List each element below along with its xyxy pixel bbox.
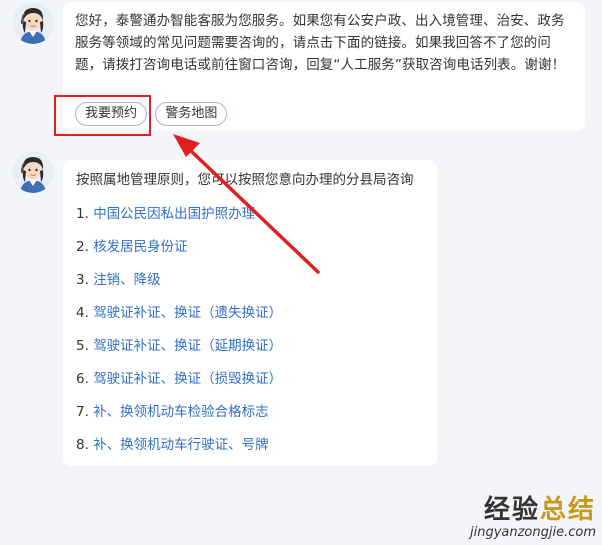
- service-link[interactable]: 核发居民身份证: [93, 239, 188, 255]
- bot-reply-bubble: 按照属地管理原则，您可以按照您意向办理的分县局咨询 1. 中国公民因私出国护照办…: [63, 160, 437, 466]
- service-link-item[interactable]: 2. 核发居民身份证: [76, 231, 424, 264]
- service-link[interactable]: 驾驶证补证、换证（损毁换证）: [93, 371, 282, 387]
- watermark-url: jingyanzongjie.com: [469, 525, 596, 540]
- service-link-item[interactable]: 7. 补、换领机动车检验合格标志: [76, 396, 424, 429]
- bot-avatar: [12, 151, 54, 193]
- item-number: 3.: [76, 272, 89, 288]
- service-link[interactable]: 驾驶证补证、换证（延期换证）: [93, 338, 282, 354]
- item-number: 4.: [76, 305, 89, 321]
- service-link[interactable]: 补、换领机动车检验合格标志: [93, 404, 269, 420]
- customer-service-agent-icon: [12, 151, 54, 193]
- item-number: 6.: [76, 371, 89, 387]
- reply-intro-text: 按照属地管理原则，您可以按照您意向办理的分县局咨询: [76, 172, 414, 188]
- service-link-item[interactable]: 5. 驾驶证补证、换证（延期换证）: [76, 330, 424, 363]
- police-map-button[interactable]: 警务地图: [155, 102, 228, 126]
- item-number: 7.: [76, 404, 89, 420]
- service-link-item[interactable]: 6. 驾驶证补证、换证（损毁换证）: [76, 363, 424, 396]
- watermark: 经验总结 jingyanzongjie.com: [470, 495, 596, 541]
- service-link[interactable]: 补、换领机动车行驶证、号牌: [93, 437, 269, 453]
- highlight-box: [54, 95, 151, 136]
- service-link[interactable]: 驾驶证补证、换证（遗失换证）: [93, 305, 282, 321]
- service-link[interactable]: 中国公民因私出国护照办理: [93, 206, 255, 222]
- service-link[interactable]: 注销、降级: [93, 272, 161, 288]
- customer-service-agent-icon: [12, 2, 54, 44]
- service-link-item[interactable]: 4. 驾驶证补证、换证（遗失换证）: [76, 297, 424, 330]
- service-link-item[interactable]: 8. 补、换领机动车行驶证、号牌: [76, 429, 424, 462]
- item-number: 5.: [76, 338, 89, 354]
- service-link-item[interactable]: 1. 中国公民因私出国护照办理: [76, 198, 424, 231]
- item-number: 8.: [76, 437, 89, 453]
- item-number: 2.: [76, 239, 89, 255]
- bot-message-text: 您好，泰警通办智能客服为您服务。如果您有公安户政、出入境管理、治安、政务服务等领…: [75, 13, 566, 73]
- watermark-title: 经验总结: [483, 495, 596, 525]
- service-link-item[interactable]: 3. 注销、降级: [76, 264, 424, 297]
- item-number: 1.: [76, 206, 89, 222]
- bot-avatar: [12, 2, 54, 44]
